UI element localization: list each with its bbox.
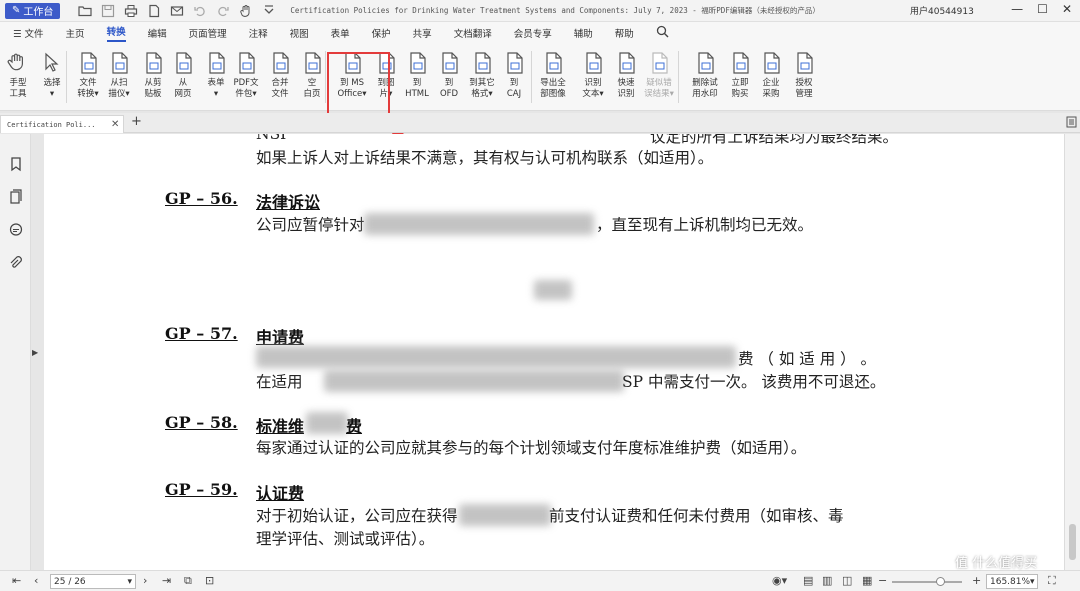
section-gp58-title: 标准维 [256, 417, 305, 436]
zoom-out-icon[interactable]: − [878, 574, 887, 587]
doc-line-59a: 对于初始认证，公司应在获得 [256, 507, 458, 525]
site-watermark: 值 什么值得买 [955, 556, 1038, 571]
redacted-block [459, 504, 551, 526]
redacted-block [256, 346, 736, 368]
last-page-icon[interactable]: ⇥ [162, 574, 171, 587]
section-gp56-number: GP – 56. [165, 189, 238, 208]
zoom-dropdown-icon[interactable]: ▾ [1030, 577, 1035, 587]
zoom-slider[interactable] [892, 577, 962, 586]
document-tab[interactable]: Certification Poli... ✕ [0, 115, 124, 133]
two-page-continuous-icon[interactable]: ▦ [862, 574, 872, 587]
zoom-slider-knob[interactable] [936, 577, 945, 586]
bookmark-icon[interactable] [8, 156, 24, 172]
doc-line-59c: 理学评估、测试或评估）。 [256, 530, 435, 548]
redacted-block [364, 213, 594, 235]
fit-width-icon[interactable]: ⊡ [205, 574, 214, 587]
two-page-icon[interactable]: ◫ [842, 574, 852, 587]
read-mode-icon[interactable]: ◉▾ [772, 574, 787, 587]
section-gp56-title: 法律诉讼 [256, 193, 321, 212]
doc-line-57c: SP 中需支付一次。 该费用不可退还。 [622, 373, 886, 391]
attachment-icon[interactable] [8, 256, 24, 272]
document-page[interactable]: NSI 议定的所有上诉结果均为最终结果。 如果上诉人对上诉结果不满意，其有权与认… [44, 134, 1064, 570]
section-gp58-title-tail: 费 [346, 417, 363, 436]
doc-line-58: 每家通过认证的公司应就其参与的每个计划领域支付年度标准维护费（如适用）。 [256, 439, 807, 457]
continuous-page-icon[interactable]: ▥ [822, 574, 832, 587]
status-bar: ⇤ ‹ 25 / 26 ▾ › ⇥ ⧉ ⊡ ◉▾ ▤ ▥ ◫ ▦ − + 165.… [0, 570, 1080, 591]
doc-line-56b: ，直至现有上诉机制均已无效。 [596, 216, 814, 234]
section-gp59-title: 认证费 [256, 484, 305, 503]
next-page-icon[interactable]: › [143, 574, 147, 587]
prev-page-icon[interactable]: ‹ [34, 574, 38, 587]
scrollbar-thumb[interactable] [1069, 524, 1076, 560]
single-page-icon[interactable]: ▤ [803, 574, 813, 587]
page-dropdown-icon[interactable]: ▾ [127, 577, 132, 587]
doc-line-56a: 公司应暂停针对 [256, 216, 365, 234]
zoom-level-field[interactable]: 165.81% ▾ [986, 574, 1038, 589]
doc-line-59b: 前支付认证费和任何未付费用（如审核、毒 [549, 507, 844, 525]
section-gp59-number: GP – 59. [165, 480, 238, 499]
fit-page-icon[interactable]: ⧉ [184, 574, 192, 588]
redacted-block [306, 412, 348, 434]
doc-line-1: 如果上诉人对上诉结果不满意，其有权与认可机构联系（如适用）。 [256, 149, 714, 167]
doc-line-0: NSI [256, 134, 287, 143]
first-page-icon[interactable]: ⇤ [12, 574, 21, 587]
expand-panel-icon[interactable]: ▶ [32, 348, 38, 357]
document-tab-strip: Certification Poli... ✕ + [0, 113, 1080, 133]
section-gp57-title: 申请费 [256, 328, 305, 347]
add-tab-icon[interactable]: + [131, 114, 142, 129]
page-number-field[interactable]: 25 / 26 ▾ [50, 574, 136, 589]
redacted-block [324, 370, 624, 392]
comment-icon[interactable] [8, 222, 24, 238]
redacted-block [534, 280, 572, 300]
tab-menu-icon[interactable] [1066, 116, 1077, 131]
pages-icon[interactable] [8, 189, 24, 205]
section-gp58-number: GP – 58. [165, 413, 238, 432]
doc-line-57b: 在适用 [256, 373, 303, 391]
close-tab-icon[interactable]: ✕ [111, 119, 119, 130]
vertical-scrollbar[interactable] [1064, 134, 1080, 570]
left-sidebar [0, 134, 31, 570]
doc-line-57a: 费 （ 如 适 用 ） 。 [738, 350, 877, 368]
zoom-in-icon[interactable]: + [972, 574, 981, 587]
fullscreen-icon[interactable]: ⛶ [1048, 574, 1056, 588]
document-tab-label: Certification Poli... [7, 120, 96, 129]
section-gp57-number: GP – 57. [165, 324, 238, 343]
